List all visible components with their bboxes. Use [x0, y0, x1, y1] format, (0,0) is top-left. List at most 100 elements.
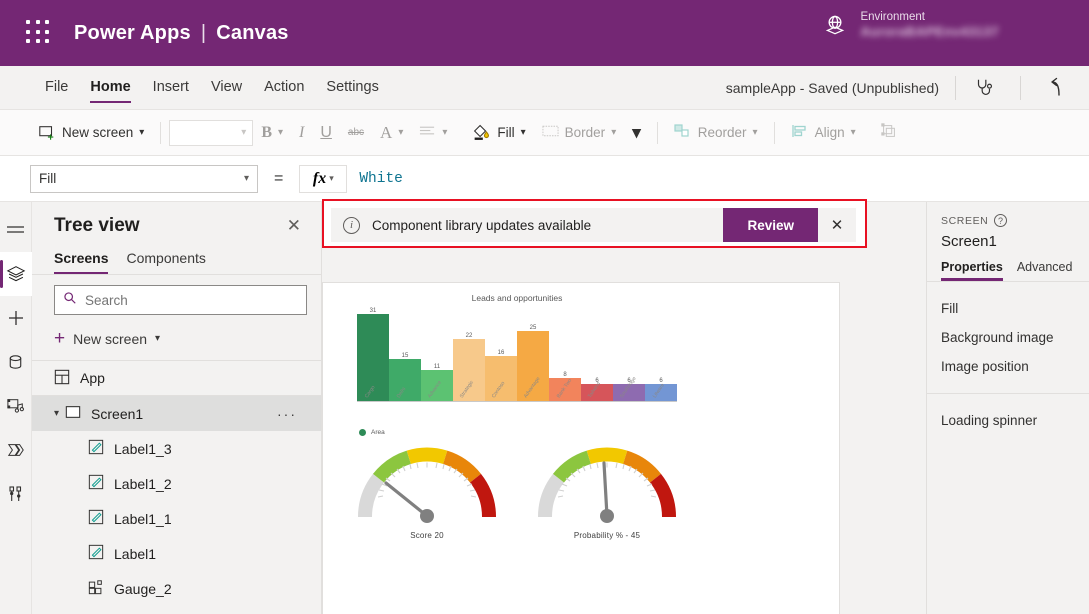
chevron-down-icon[interactable]: ▾ [54, 408, 59, 419]
power-automate-icon[interactable] [0, 428, 32, 472]
reorder-button[interactable]: Reorder ▾ [666, 123, 766, 142]
close-icon[interactable]: ✕ [281, 214, 307, 238]
bar-value: 15 [401, 353, 409, 359]
app-screen-canvas[interactable]: Leads and opportunities 31 15 11 22 16 2… [322, 282, 840, 614]
menu-divider-1 [955, 76, 956, 100]
new-screen-menu[interactable]: + New screen ▾ [32, 323, 321, 361]
bar-value: 31 [369, 308, 377, 314]
property-select[interactable]: Fill ▾ [30, 164, 258, 193]
tab-properties[interactable]: Properties [941, 260, 1003, 281]
chevron-down-icon: ▾ [752, 127, 758, 138]
tree-view-tabs: Screens Components [32, 246, 321, 275]
text-align-button[interactable]: ▾ [411, 124, 455, 141]
group-button[interactable] [872, 122, 906, 143]
formula-input[interactable]: White [359, 171, 403, 187]
reorder-icon [674, 123, 692, 142]
tree-item-app[interactable]: App [32, 361, 321, 396]
italic-button[interactable]: I [291, 124, 312, 142]
properties-panel: SCREEN ? Screen1 Properties Advanced Fil… [926, 202, 1089, 614]
fill-button[interactable]: Fill ▾ [463, 121, 533, 144]
tree-item-label: Label1 [114, 545, 157, 562]
environment-globe-icon [822, 12, 848, 38]
app-launcher-icon[interactable] [26, 20, 52, 46]
menu-item-action[interactable]: Action [253, 66, 315, 109]
help-icon[interactable]: ? [994, 214, 1008, 227]
media-icon[interactable] [0, 384, 32, 428]
tree-item-label: App [80, 370, 105, 386]
paint-bucket-icon [471, 121, 491, 144]
properties-tabs: Properties Advanced [927, 250, 1089, 282]
undo-arrow-icon[interactable] [1039, 73, 1069, 103]
tree-item-label1[interactable]: Label1 [32, 536, 321, 571]
property-fill[interactable]: Fill [941, 294, 1075, 323]
tab-advanced[interactable]: Advanced [1017, 260, 1073, 281]
label-control-icon [88, 439, 104, 458]
bold-button[interactable]: B ▾ [253, 124, 291, 142]
align-button[interactable]: Align ▾ [783, 123, 864, 142]
chart-title: Leads and opportunities [471, 293, 563, 303]
tab-components[interactable]: Components [126, 250, 205, 274]
gauge-row: Score 20 Probability % - 45 [337, 435, 697, 560]
environment-selector[interactable]: Environment AuroraBAPEnv43137 [822, 10, 999, 41]
data-cylinder-icon[interactable] [0, 340, 32, 384]
border-label: Border [564, 125, 606, 140]
insert-plus-icon[interactable] [0, 296, 32, 340]
strikethrough-button[interactable]: abc [340, 127, 372, 138]
font-color-button[interactable]: A ▾ [372, 123, 411, 143]
tree-search-wrap [32, 275, 321, 323]
tree-item-screen1[interactable]: ▾ Screen1 ··· [32, 396, 321, 431]
property-loading-spinner[interactable]: Loading spinner [941, 406, 1075, 435]
menu-item-settings[interactable]: Settings [315, 66, 389, 109]
label-control-icon [88, 544, 104, 563]
chevron-down-icon: ▾ [611, 127, 617, 138]
menu-item-insert[interactable]: Insert [142, 66, 200, 109]
chevron-down-icon: ▾ [632, 122, 641, 142]
tree-view-layers-icon[interactable] [0, 252, 32, 296]
tree-item-label1_1[interactable]: Label1_1 [32, 501, 321, 536]
tree-item-label1_2[interactable]: Label1_2 [32, 466, 321, 501]
environment-label: Environment [860, 11, 925, 23]
tree-item-gauge_2[interactable]: Gauge_2 [32, 571, 321, 606]
overflow-menu-icon[interactable]: ··· [277, 406, 297, 422]
menu-item-file[interactable]: File [34, 66, 79, 109]
chevron-down-icon: ▾ [329, 173, 334, 183]
tree-item-label1_3[interactable]: Label1_3 [32, 431, 321, 466]
app-checker-stethoscope-icon[interactable] [969, 73, 999, 103]
italic-label: I [299, 123, 305, 141]
align-label: Align [814, 125, 845, 140]
bar-value: 16 [497, 350, 505, 356]
align-lines-icon [419, 124, 436, 141]
underline-button[interactable]: U [312, 124, 340, 142]
property-image-position[interactable]: Image position [941, 352, 1075, 381]
hamburger-menu-icon[interactable] [0, 208, 32, 252]
menu-divider-2 [1020, 76, 1021, 100]
gauge-score[interactable]: Score 20 [337, 435, 517, 560]
save-status: sampleApp - Saved (Unpublished) [725, 79, 939, 96]
close-icon[interactable]: ✕ [818, 208, 856, 242]
search-input[interactable] [85, 292, 298, 308]
variables-tools-icon[interactable] [0, 472, 32, 516]
chevron-down-icon: ▾ [277, 127, 284, 138]
ribbon-divider-3 [773, 121, 775, 144]
review-button[interactable]: Review [723, 208, 818, 242]
border-icon [542, 124, 559, 141]
chevron-down-icon: ▾ [243, 173, 249, 184]
font-family-select[interactable]: ▾ [169, 119, 254, 146]
property-background-image[interactable]: Background image [941, 323, 1075, 352]
power-apps-studio: Power Apps | Canvas Environment AuroraBA… [0, 0, 1089, 614]
menu-item-view[interactable]: View [200, 66, 253, 109]
chart-leads-and-opportunities[interactable]: Leads and opportunities 31 15 11 22 16 2… [345, 293, 689, 436]
new-screen-menu-label: New screen [73, 330, 148, 347]
tab-screens[interactable]: Screens [54, 250, 109, 274]
border-button[interactable]: Border ▾ [534, 124, 625, 141]
brand-canvas: Canvas [216, 21, 289, 44]
gauge-probability[interactable]: Probability % - 45 [517, 435, 697, 560]
new-screen-button[interactable]: New screen ▾ [30, 124, 152, 142]
menu-item-home[interactable]: Home [79, 66, 141, 109]
screen-icon [65, 405, 81, 422]
fx-button[interactable]: fx ▾ [299, 164, 348, 193]
ribbon-more-button[interactable]: ▾ [624, 123, 649, 143]
search-box[interactable] [54, 285, 307, 315]
brand-separator: | [200, 21, 207, 44]
label-control-icon [88, 474, 104, 493]
